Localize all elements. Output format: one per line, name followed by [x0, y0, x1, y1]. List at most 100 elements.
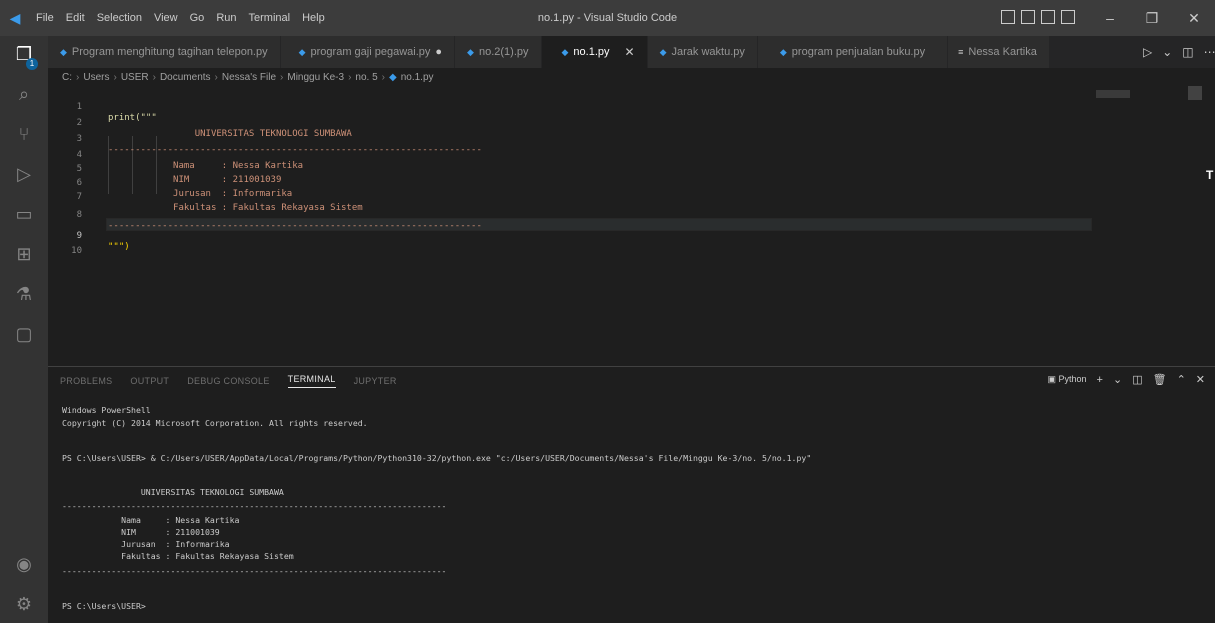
python-file-icon: ◆ [659, 46, 667, 57]
tab-label: no.1.py [573, 46, 610, 58]
menu-edit[interactable]: Edit [66, 12, 85, 24]
menu-run[interactable]: Run [216, 12, 236, 24]
split-editor-icon[interactable]: ◫ [1182, 45, 1193, 59]
text-file-icon: ≡ [958, 47, 964, 57]
menu-bar: File Edit Selection View Go Run Terminal… [30, 12, 325, 24]
new-terminal-icon[interactable]: + [1097, 374, 1103, 386]
maximize-panel-icon[interactable]: ⌃ [1177, 373, 1186, 386]
more-actions-icon[interactable]: ⋯ [1204, 45, 1215, 59]
python-file-icon: ◆ [60, 46, 67, 57]
tab-no1-active[interactable]: ◆ no.1.py ✕ [541, 36, 648, 68]
code-line: 10 [48, 234, 1148, 256]
menu-selection[interactable]: Selection [97, 12, 142, 24]
unsaved-dot-icon[interactable]: ● [435, 46, 442, 58]
tab-nessa-kartika[interactable]: ≡ Nessa Kartika [948, 36, 1050, 68]
explorer-icon[interactable]: ❐ [0, 36, 48, 72]
chevron-down-icon[interactable]: ⌄ [1162, 45, 1172, 59]
code-line: 1 print(""" [48, 90, 1148, 124]
vscode-logo-icon: ◀ [9, 9, 21, 26]
terminal-line: NIM : 211001039 [62, 527, 220, 537]
close-window-icon[interactable]: ✕ [1173, 0, 1215, 36]
testing-icon[interactable]: ⚗ [0, 276, 48, 312]
terminal-line: Jurusan : Informarika [62, 539, 230, 549]
terminal-line: Fakultas : Fakultas Rekayasa Sistem [62, 551, 294, 561]
breadcrumb-item[interactable]: Documents [160, 72, 211, 83]
python-file-icon: ◆ [298, 46, 306, 57]
breadcrumb-item[interactable]: Minggu Ke-3 [287, 72, 344, 83]
breadcrumb-item[interactable]: Users [83, 72, 109, 83]
tab-jarak-waktu[interactable]: ◆ Jarak waktu.py [647, 36, 758, 68]
menu-view[interactable]: View [154, 12, 178, 24]
tab-debug-console[interactable]: DEBUG CONSOLE [187, 376, 269, 386]
code-line: 4 Nama : Nessa Kartika [48, 138, 1148, 172]
close-panel-icon[interactable]: ✕ [1196, 373, 1205, 386]
terminal-line: UNIVERSITAS TEKNOLOGI SUMBAWA [62, 487, 284, 497]
trash-icon[interactable]: 🗑 [1153, 373, 1167, 386]
code-line: 3 --------------------------------------… [48, 122, 1148, 156]
breadcrumb-item[interactable]: no.1.py [401, 72, 434, 83]
breadcrumb-item[interactable]: no. 5 [355, 72, 377, 83]
layout-controls [1001, 10, 1075, 24]
terminal-prompt: PS C:\Users\USER> [62, 601, 146, 611]
tab-label: program gaji pegawai.py [310, 46, 431, 58]
explorer-badge: 1 [26, 58, 38, 70]
menu-go[interactable]: Go [190, 12, 205, 24]
tab-penjualan-buku[interactable]: ◆ program penjualan buku.py [757, 36, 949, 68]
split-terminal-icon[interactable]: ◫ [1132, 373, 1142, 386]
activity-bar: ❐ 1 ⌕ ⑂ ▷ ▭ ⊞ ⚗ ▢ ◉ ⚙ [0, 36, 48, 623]
breadcrumb-item[interactable]: C: [62, 72, 72, 83]
tab-label: Program menghitung tagihan telepon.py [71, 46, 268, 58]
minimize-icon[interactable]: – [1089, 0, 1131, 36]
line-number: 10 [71, 245, 82, 256]
terminal-line: ----------------------------------------… [62, 501, 447, 511]
toggle-secondary-sidebar-icon[interactable] [1041, 10, 1055, 24]
breadcrumb-separator-icon: › [152, 71, 156, 83]
remote-explorer-icon[interactable]: ▭ [0, 196, 48, 232]
account-icon[interactable]: ◉ [0, 546, 48, 582]
tab-gaji-pegawai[interactable]: ◆ program gaji pegawai.py ● [280, 36, 456, 68]
customize-layout-icon[interactable] [1061, 10, 1075, 24]
code-editor[interactable]: 1 print(""" 2 UNIVERSITAS TEKNOLOGI SUMB… [48, 86, 1215, 366]
text-cursor-icon: T [1206, 168, 1214, 182]
breadcrumb: C: › Users › USER › Documents › Nessa's File… [48, 68, 1215, 86]
code-line: 7 Fakultas : Fakultas Rekayasa Sistem [48, 180, 1148, 214]
title-bar: ◀ File Edit Selection View Go Run Termin… [0, 0, 1215, 36]
menu-help[interactable]: Help [302, 12, 325, 24]
source-control-icon[interactable]: ⑂ [0, 116, 48, 152]
toggle-panel-icon[interactable] [1021, 10, 1035, 24]
close-tab-icon[interactable]: ✕ [625, 45, 635, 59]
terminal-line: Nama : Nessa Kartika [62, 515, 240, 525]
chevron-down-icon[interactable]: ⌄ [1113, 373, 1122, 386]
breadcrumb-item[interactable]: USER [121, 72, 149, 83]
breadcrumb-item[interactable]: Nessa's File [222, 72, 276, 83]
settings-gear-icon[interactable]: ⚙ [0, 586, 48, 622]
editor-actions: ▷ ⌄ ◫ ⋯ [1135, 36, 1215, 68]
tab-problems[interactable]: PROBLEMS [60, 376, 112, 386]
tab-output[interactable]: OUTPUT [130, 376, 169, 386]
code-line: 2 UNIVERSITAS TEKNOLOGI SUMBAWA [48, 106, 1148, 140]
tab-terminal[interactable]: TERMINAL [287, 374, 336, 388]
menu-file[interactable]: File [36, 12, 54, 24]
tab-label: no.2(1).py [478, 46, 529, 58]
python-file-icon: ◆ [779, 46, 787, 57]
menu-terminal[interactable]: Terminal [249, 12, 291, 24]
tab-no2[interactable]: ◆ no.2(1).py [455, 36, 542, 68]
breadcrumb-separator-icon: › [214, 71, 218, 83]
toggle-primary-sidebar-icon[interactable] [1001, 10, 1015, 24]
python-file-icon: ◆ [561, 46, 569, 57]
terminal-line: Copyright (C) 2014 Microsoft Corporation… [62, 418, 368, 428]
tab-label: Jarak waktu.py [671, 46, 745, 58]
run-debug-icon[interactable]: ▷ [0, 156, 48, 192]
terminal-shell-selector[interactable]: ▣ Python [1047, 374, 1086, 385]
tab-label: Nessa Kartika [968, 46, 1037, 58]
scrollbar-thumb[interactable] [1188, 86, 1202, 100]
minimap[interactable] [1096, 90, 1130, 98]
jupyter-icon[interactable]: ▢ [0, 316, 48, 352]
extensions-icon[interactable]: ⊞ [0, 236, 48, 272]
search-icon[interactable]: ⌕ [0, 76, 48, 112]
run-python-file-icon[interactable]: ▷ [1143, 45, 1152, 59]
code-line: 5 NIM : 211001039 [48, 152, 1148, 186]
tab-tagihan-telepon[interactable]: ◆ Program menghitung tagihan telepon.py [48, 36, 281, 68]
restore-icon[interactable]: ❐ [1131, 0, 1173, 36]
tab-jupyter[interactable]: JUPYTER [354, 376, 397, 386]
